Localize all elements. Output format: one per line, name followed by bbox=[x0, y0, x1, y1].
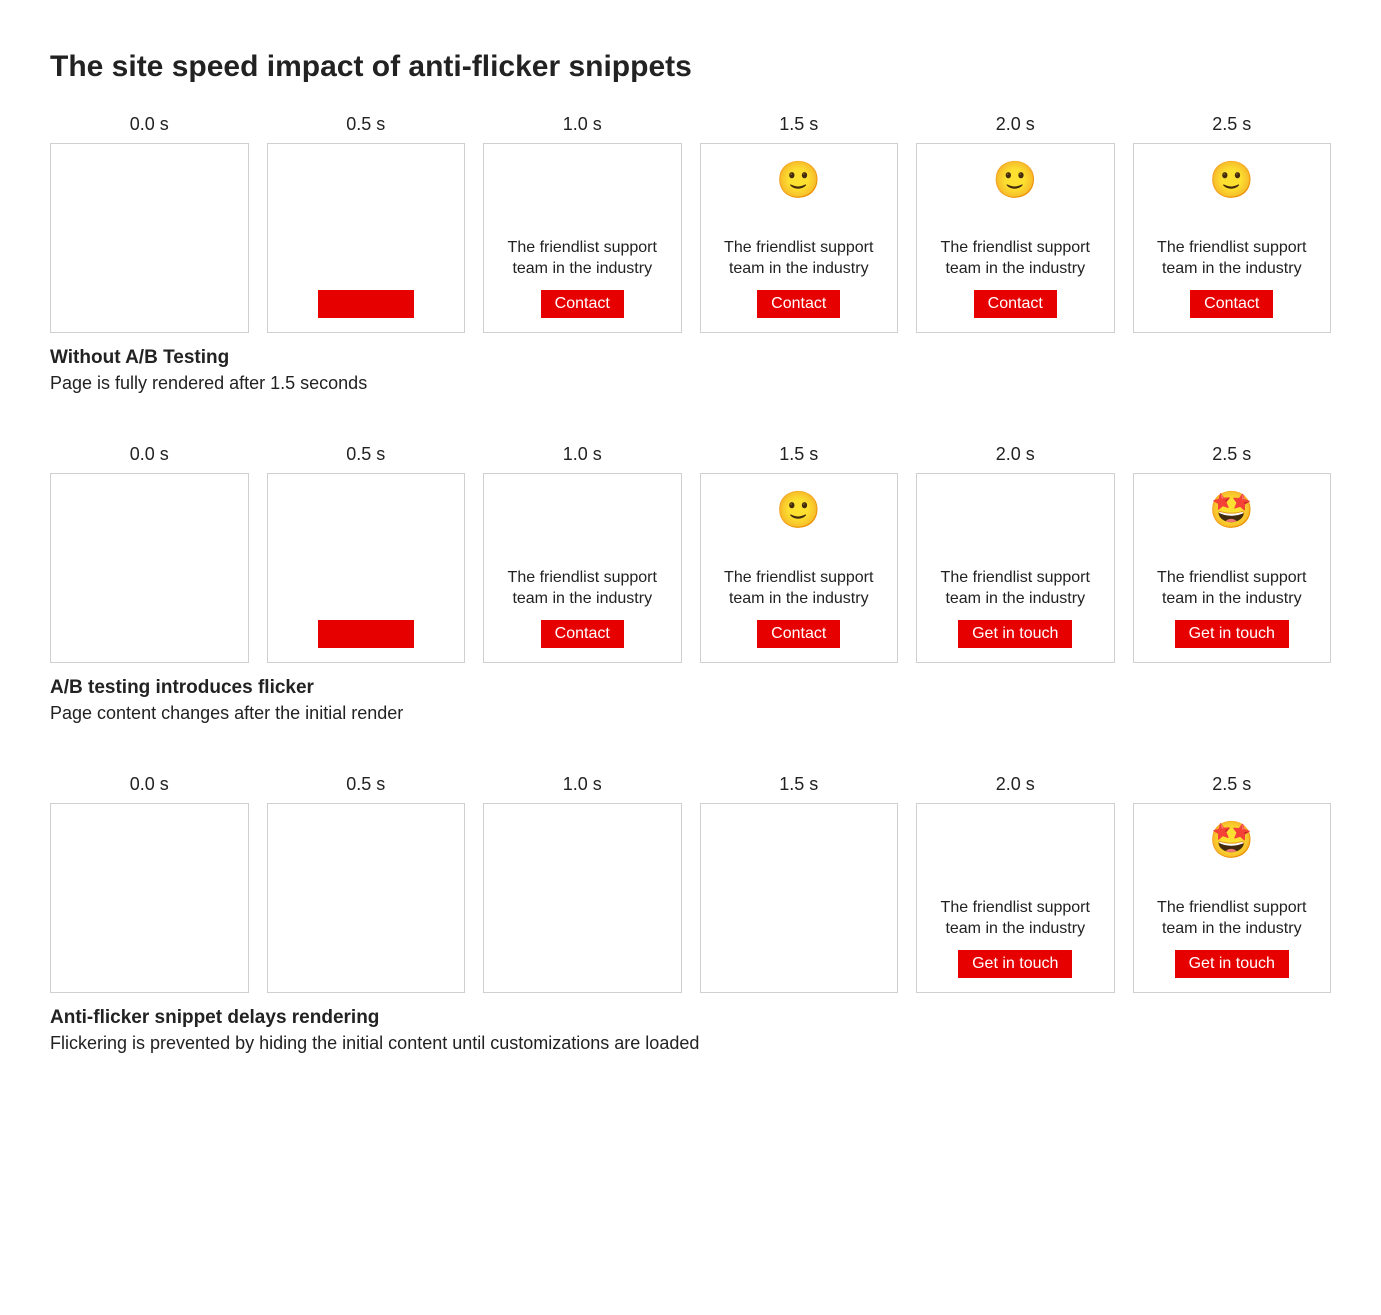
smiley-icon: 🙂 bbox=[776, 492, 821, 534]
timeline-row: 0.0 s 0.5 s 1.0 s 1.5 s 2.0 s The friendlist … bbox=[50, 774, 1331, 1054]
render-frame bbox=[267, 803, 466, 993]
frame-column: 2.5 s 🤩 The friendlist support team in the… bbox=[1133, 444, 1332, 663]
render-frame bbox=[50, 143, 249, 333]
page-title: The site speed impact of anti-flicker sn… bbox=[50, 50, 1331, 84]
frame-column: 2.5 s 🙂 The friendlist support team in the… bbox=[1133, 114, 1332, 333]
row-heading: Anti-flicker snippet delays rendering bbox=[50, 1007, 1331, 1029]
time-label: 2.0 s bbox=[916, 114, 1115, 135]
contact-button[interactable]: Get in touch bbox=[958, 620, 1072, 648]
render-frame: 🤩 The friendlist support team in the indu… bbox=[1133, 473, 1332, 663]
frame-column: 0.0 s bbox=[50, 774, 249, 993]
render-frame bbox=[483, 803, 682, 993]
render-frame bbox=[700, 803, 899, 993]
row-description: Page content changes after the initial r… bbox=[50, 703, 1331, 724]
row-heading: Without A/B Testing bbox=[50, 347, 1331, 369]
frame-column: 0.5 s bbox=[267, 444, 466, 663]
frame-tagline: The friendlist support team in the indus… bbox=[492, 546, 673, 610]
contact-button-placeholder bbox=[318, 290, 414, 318]
smiley-icon: 🤩 bbox=[1209, 492, 1254, 534]
frame-tagline: The friendlist support team in the indus… bbox=[925, 876, 1106, 940]
render-frame bbox=[50, 803, 249, 993]
time-label: 0.0 s bbox=[50, 444, 249, 465]
frame-tagline: The friendlist support team in the indus… bbox=[492, 216, 673, 280]
time-label: 0.5 s bbox=[267, 444, 466, 465]
time-label: 0.0 s bbox=[50, 114, 249, 135]
row-description: Page is fully rendered after 1.5 seconds bbox=[50, 373, 1331, 394]
frame-column: 1.5 s 🙂 The friendlist support team in the… bbox=[700, 114, 899, 333]
time-label: 1.5 s bbox=[700, 114, 899, 135]
render-frame: The friendlist support team in the indus… bbox=[916, 803, 1115, 993]
timeline: 0.0 s 0.5 s 1.0 s The friendlist support te… bbox=[50, 114, 1331, 333]
smiley-icon: 🙂 bbox=[1209, 162, 1254, 204]
render-frame: 🙂 The friendlist support team in the indu… bbox=[700, 143, 899, 333]
time-label: 1.0 s bbox=[483, 114, 682, 135]
time-label: 1.5 s bbox=[700, 444, 899, 465]
render-frame: 🤩 The friendlist support team in the indu… bbox=[1133, 803, 1332, 993]
row-heading: A/B testing introduces flicker bbox=[50, 677, 1331, 699]
time-label: 1.0 s bbox=[483, 444, 682, 465]
smiley-icon: 🤩 bbox=[1209, 822, 1254, 864]
frame-column: 1.5 s bbox=[700, 774, 899, 993]
time-label: 2.5 s bbox=[1133, 114, 1332, 135]
render-frame: 🙂 The friendlist support team in the indu… bbox=[700, 473, 899, 663]
time-label: 0.5 s bbox=[267, 774, 466, 795]
frame-column: 2.0 s The friendlist support team in the … bbox=[916, 774, 1115, 993]
frame-column: 1.5 s 🙂 The friendlist support team in the… bbox=[700, 444, 899, 663]
time-label: 2.0 s bbox=[916, 774, 1115, 795]
render-frame: The friendlist support team in the indus… bbox=[916, 473, 1115, 663]
contact-button[interactable]: Get in touch bbox=[1175, 620, 1289, 648]
frame-tagline: The friendlist support team in the indus… bbox=[709, 216, 890, 280]
time-label: 0.0 s bbox=[50, 774, 249, 795]
contact-button[interactable]: Contact bbox=[1190, 290, 1273, 318]
frame-column: 0.5 s bbox=[267, 114, 466, 333]
render-frame: The friendlist support team in the indus… bbox=[483, 143, 682, 333]
row-description: Flickering is prevented by hiding the in… bbox=[50, 1033, 1331, 1054]
time-label: 2.0 s bbox=[916, 444, 1115, 465]
timeline: 0.0 s 0.5 s 1.0 s The friendlist support te… bbox=[50, 444, 1331, 663]
contact-button[interactable]: Contact bbox=[757, 620, 840, 648]
frame-column: 1.0 s bbox=[483, 774, 682, 993]
smiley-icon: 🙂 bbox=[776, 162, 821, 204]
contact-button[interactable]: Contact bbox=[974, 290, 1057, 318]
frame-column: 1.0 s The friendlist support team in the … bbox=[483, 114, 682, 333]
render-frame bbox=[267, 473, 466, 663]
frame-tagline: The friendlist support team in the indus… bbox=[709, 546, 890, 610]
frame-tagline: The friendlist support team in the indus… bbox=[1142, 216, 1323, 280]
smiley-icon: 🙂 bbox=[993, 162, 1038, 204]
frame-column: 2.5 s 🤩 The friendlist support team in the… bbox=[1133, 774, 1332, 993]
frame-tagline: The friendlist support team in the indus… bbox=[1142, 876, 1323, 940]
frame-tagline: The friendlist support team in the indus… bbox=[925, 216, 1106, 280]
render-frame: 🙂 The friendlist support team in the indu… bbox=[916, 143, 1115, 333]
contact-button[interactable]: Get in touch bbox=[958, 950, 1072, 978]
frame-tagline: The friendlist support team in the indus… bbox=[925, 546, 1106, 610]
timeline-row: 0.0 s 0.5 s 1.0 s The friendlist support te… bbox=[50, 114, 1331, 394]
render-frame: 🙂 The friendlist support team in the indu… bbox=[1133, 143, 1332, 333]
frame-column: 0.5 s bbox=[267, 774, 466, 993]
contact-button-placeholder bbox=[318, 620, 414, 648]
time-label: 2.5 s bbox=[1133, 774, 1332, 795]
contact-button[interactable]: Get in touch bbox=[1175, 950, 1289, 978]
contact-button[interactable]: Contact bbox=[541, 620, 624, 648]
time-label: 1.0 s bbox=[483, 774, 682, 795]
frame-column: 1.0 s The friendlist support team in the … bbox=[483, 444, 682, 663]
render-frame: The friendlist support team in the indus… bbox=[483, 473, 682, 663]
render-frame bbox=[50, 473, 249, 663]
frame-column: 0.0 s bbox=[50, 444, 249, 663]
time-label: 0.5 s bbox=[267, 114, 466, 135]
contact-button[interactable]: Contact bbox=[757, 290, 840, 318]
frame-column: 2.0 s 🙂 The friendlist support team in the… bbox=[916, 114, 1115, 333]
frame-column: 0.0 s bbox=[50, 114, 249, 333]
contact-button[interactable]: Contact bbox=[541, 290, 624, 318]
timeline: 0.0 s 0.5 s 1.0 s 1.5 s 2.0 s The friendlist … bbox=[50, 774, 1331, 993]
frame-tagline: The friendlist support team in the indus… bbox=[1142, 546, 1323, 610]
frame-column: 2.0 s The friendlist support team in the … bbox=[916, 444, 1115, 663]
timeline-row: 0.0 s 0.5 s 1.0 s The friendlist support te… bbox=[50, 444, 1331, 724]
render-frame bbox=[267, 143, 466, 333]
time-label: 1.5 s bbox=[700, 774, 899, 795]
time-label: 2.5 s bbox=[1133, 444, 1332, 465]
